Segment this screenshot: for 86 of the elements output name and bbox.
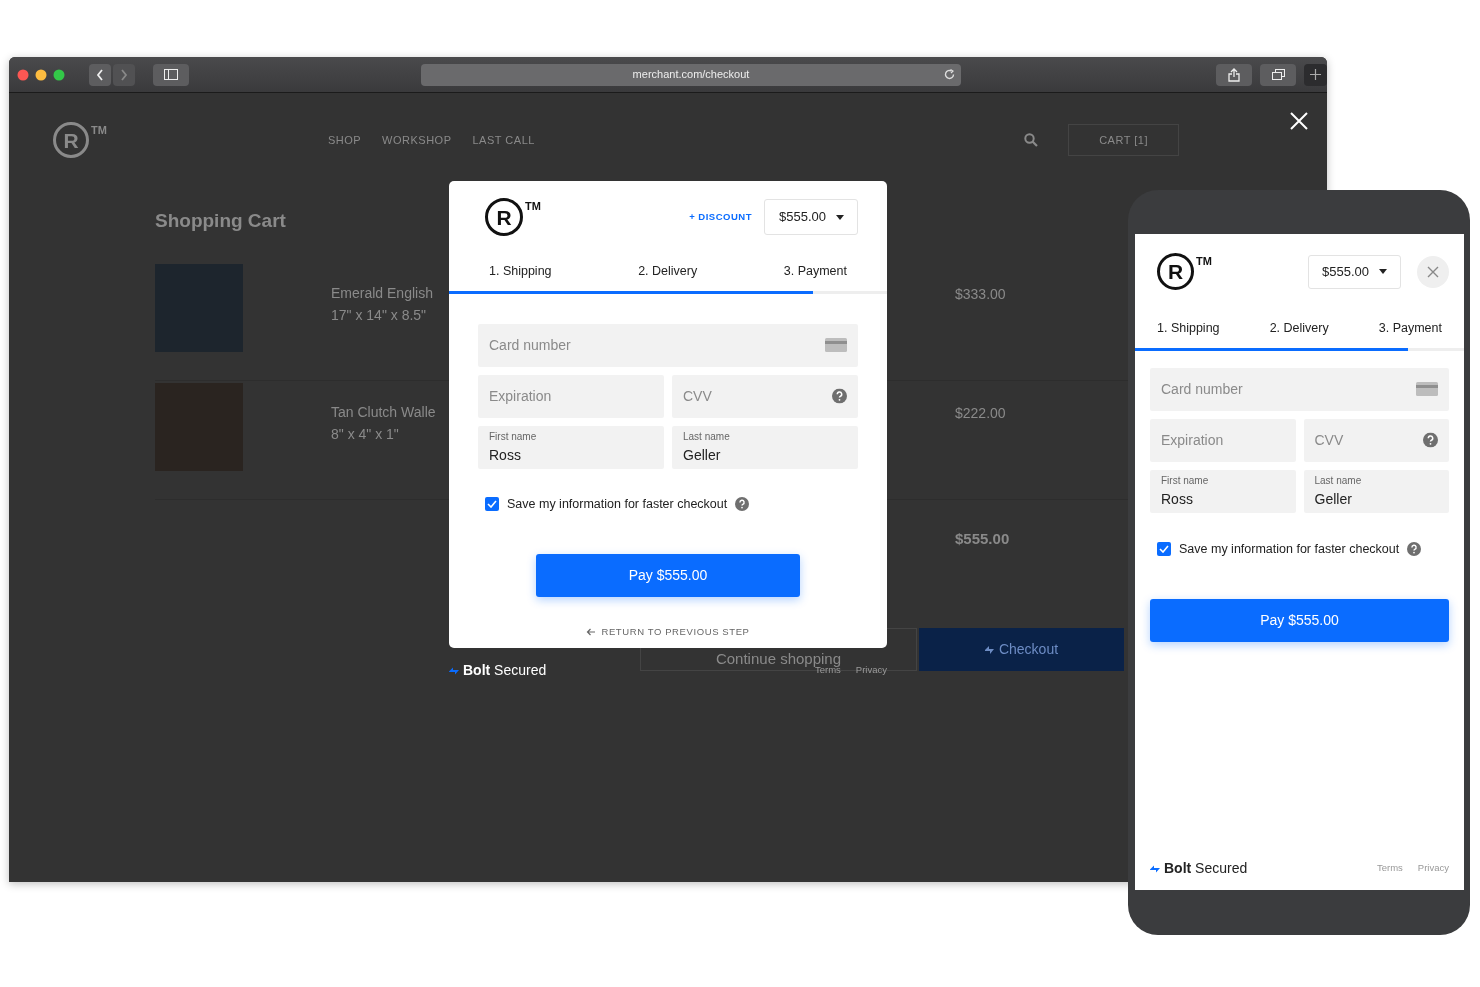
credit-card-icon [1416, 382, 1438, 397]
tabs-button[interactable] [1260, 63, 1296, 86]
first-name-input[interactable]: Ross [1161, 489, 1285, 508]
footer-link[interactable]: Privacy [1417, 861, 1449, 876]
field-label: Last name [683, 430, 731, 443]
search-icon[interactable] [1024, 133, 1039, 147]
step-label: 3. Payment [1378, 320, 1442, 337]
close-icon[interactable] [1289, 111, 1309, 131]
expiration-field[interactable]: Expiration [1150, 418, 1296, 462]
cvv-field[interactable]: CVV [672, 374, 858, 418]
logo-mark: R [53, 122, 89, 158]
bolt-icon [984, 644, 994, 655]
product-name: Emerald English [331, 283, 433, 303]
save-info-checkbox[interactable] [485, 497, 499, 512]
card-number-field[interactable]: Card number [478, 323, 858, 367]
reload-icon[interactable] [944, 68, 955, 80]
arrow-left-icon [586, 627, 596, 636]
sidebar-icon [164, 69, 178, 80]
help-icon [735, 497, 750, 512]
address-bar[interactable]: merchant.com/checkout [421, 63, 961, 86]
pay-button[interactable]: Pay $555.00 [536, 553, 800, 597]
footer-link[interactable]: Terms [1376, 861, 1403, 876]
product-price: $222.00 [955, 403, 1006, 423]
close-icon [1427, 265, 1439, 278]
chevron-left-icon [96, 68, 104, 81]
share-button[interactable] [1216, 63, 1252, 86]
save-info-label: Save my information for faster checkout [1179, 540, 1400, 558]
chevron-right-icon [120, 68, 128, 81]
product-size: 17" x 14" x 8.5" [331, 305, 427, 325]
logo-mark: R [1157, 253, 1194, 290]
discount-link[interactable]: + DISCOUNT [689, 209, 752, 225]
pay-button[interactable]: Pay $555.00 [1150, 598, 1449, 642]
help-icon [1423, 432, 1438, 448]
last-name-field[interactable]: Last name Geller [672, 425, 858, 469]
field-label: First name [489, 430, 538, 443]
bolt-icon [1150, 863, 1160, 874]
last-name-field[interactable]: Last name Geller [1303, 469, 1449, 513]
field-label: Last name [1314, 474, 1363, 487]
product-price: $333.00 [955, 284, 1006, 304]
step-label: 2. Delivery [638, 263, 698, 280]
first-name-field[interactable]: First name Ross [1150, 469, 1296, 513]
bolt-secured-label: Bolt Secured [463, 661, 547, 680]
step-label: 1. Shipping [1157, 320, 1220, 337]
nav-link[interactable]: WORKSHOP [382, 131, 452, 149]
expiration-field[interactable]: Expiration [478, 374, 664, 418]
save-info-checkbox[interactable] [1157, 542, 1171, 557]
save-info-label: Save my information for faster checkout [507, 495, 728, 513]
checkout-button[interactable]: Checkout [919, 628, 1124, 671]
product-size: 8" x 4" x 1" [331, 424, 399, 444]
new-tab-button[interactable] [1304, 63, 1327, 86]
help-icon [1407, 542, 1422, 557]
caret-down-icon [1379, 269, 1387, 274]
share-icon [1228, 67, 1240, 82]
last-name-input[interactable]: Geller [1314, 489, 1438, 508]
cart-button[interactable]: CART [1] [1068, 123, 1179, 157]
caret-down-icon [836, 214, 844, 220]
back-button[interactable] [89, 63, 111, 86]
amount-dropdown[interactable]: $555.00 [1308, 254, 1401, 289]
help-icon [832, 388, 847, 404]
logo-trademark: TM [91, 123, 107, 138]
sidebar-button[interactable] [153, 63, 189, 86]
logo-trademark: TM [525, 199, 541, 214]
checkmark-icon [487, 500, 497, 509]
logo-mark: R [485, 198, 523, 236]
bolt-icon [449, 665, 459, 676]
cvv-field[interactable]: CVV [1303, 418, 1449, 462]
logo-trademark: TM [1196, 254, 1212, 269]
credit-card-icon [825, 338, 847, 353]
field-label: First name [1161, 474, 1210, 487]
plus-icon [1310, 69, 1321, 80]
step-label: 3. Payment [783, 263, 847, 280]
nav-link[interactable]: LAST CALL [472, 131, 535, 149]
first-name-field[interactable]: First name Ross [478, 425, 664, 469]
product-name: Tan Clutch Walle [331, 402, 436, 422]
last-name-input[interactable]: Geller [683, 445, 847, 464]
first-name-input[interactable]: Ross [489, 445, 653, 464]
card-number-field[interactable]: Card number [1150, 367, 1449, 411]
step-label: 1. Shipping [489, 263, 552, 280]
bolt-secured-label: Bolt Secured [1164, 859, 1248, 878]
amount-dropdown[interactable]: $555.00 [764, 199, 858, 235]
cart-total: $555.00 [955, 528, 1010, 549]
step-label: 2. Delivery [1269, 320, 1329, 337]
cart-title: Shopping Cart [155, 209, 286, 233]
checkmark-icon [1159, 545, 1169, 554]
tabs-icon [1271, 68, 1285, 81]
nav-link[interactable]: SHOP [327, 131, 362, 149]
